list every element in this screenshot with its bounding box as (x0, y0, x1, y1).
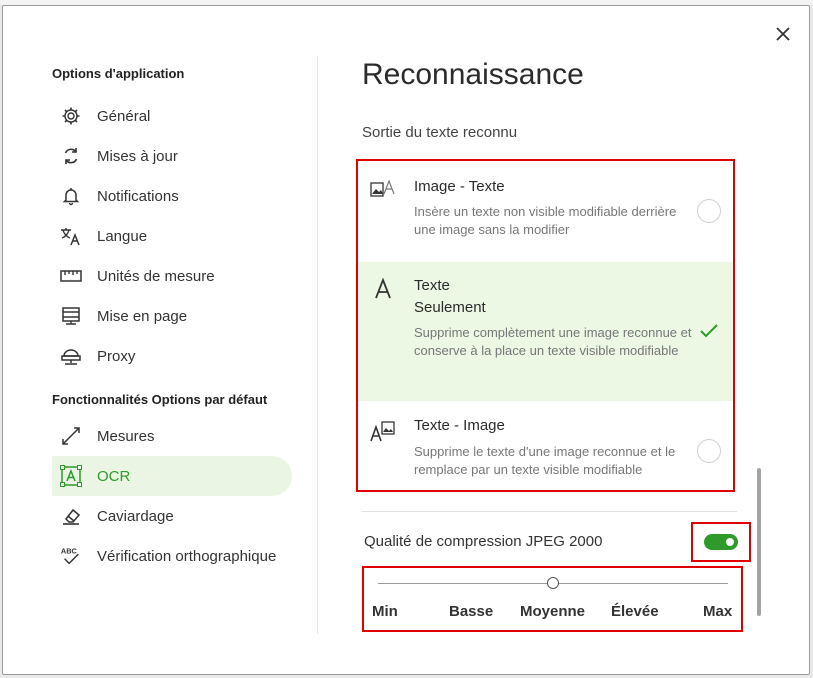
close-button[interactable] (771, 22, 795, 46)
option-title: Texte (414, 277, 450, 294)
sidebar-item-label: Proxy (97, 347, 136, 365)
sidebar-item-measures[interactable]: Mesures (52, 416, 292, 456)
sidebar-item-label: Notifications (97, 187, 179, 205)
sidebar-divider (317, 56, 318, 634)
checkmark-icon (697, 319, 721, 343)
svg-text:ABC: ABC (61, 546, 78, 555)
option-text-only[interactable]: Texte Seulement Supprime complètement un… (358, 262, 733, 401)
jpeg-compression-toggle[interactable] (704, 534, 738, 550)
option-description: Insère un texte non visible modifiable d… (414, 204, 677, 237)
option-description: Supprime complètement une image reconnue… (414, 325, 692, 358)
option-title: Image - Texte (414, 178, 505, 195)
toggle-knob (726, 538, 734, 546)
close-icon (776, 27, 790, 41)
sidebar-item-label: Mesures (97, 427, 155, 445)
ruler-icon (60, 265, 82, 287)
translate-icon (60, 225, 82, 247)
toggle-highlight (691, 522, 751, 562)
output-options-group: Image - Texte Insère un texte non visibl… (356, 159, 735, 492)
option-title: Texte - Image (414, 417, 505, 434)
sidebar-item-label: Unités de mesure (97, 267, 215, 285)
eraser-icon (60, 505, 82, 527)
sidebar-item-general[interactable]: Général (52, 96, 292, 136)
level-high[interactable]: Élevée (611, 603, 659, 620)
option-description: Supprime le texte d'une image reconnue e… (414, 444, 676, 477)
sidebar-item-spellcheck[interactable]: ABC Vérification orthographique (52, 536, 292, 576)
sidebar-item-redaction[interactable]: Caviardage (52, 496, 292, 536)
option-title-line2: Seulement (414, 299, 486, 316)
level-medium[interactable]: Moyenne (520, 603, 585, 620)
measure-icon (60, 425, 82, 447)
section-divider (362, 511, 737, 512)
bell-icon (60, 185, 82, 207)
sidebar-item-label: Vérification orthographique (97, 547, 277, 565)
sidebar-item-label: Mises à jour (97, 147, 178, 165)
sidebar-item-label: OCR (97, 467, 131, 485)
ocr-icon (60, 465, 82, 487)
output-section-label: Sortie du texte reconnu (362, 124, 518, 141)
sidebar-item-language[interactable]: Langue (52, 216, 292, 256)
section-title-app: Options d'application (52, 66, 185, 81)
sidebar-item-proxy[interactable]: Proxy (52, 336, 292, 376)
network-icon (60, 345, 82, 367)
sidebar-item-updates[interactable]: Mises à jour (52, 136, 292, 176)
sidebar: Options d'application Général Mises à jo… (52, 64, 292, 576)
gear-icon (60, 105, 82, 127)
slider-thumb[interactable] (547, 577, 559, 589)
page-title: Reconnaissance (362, 58, 584, 91)
spellcheck-icon: ABC (60, 545, 82, 567)
option-image-text[interactable]: Image - Texte Insère un texte non visibl… (358, 161, 733, 261)
sidebar-item-units[interactable]: Unités de mesure (52, 256, 292, 296)
sidebar-item-label: Mise en page (97, 307, 188, 325)
text-image-icon (370, 418, 396, 444)
slider-labels: Min Basse Moyenne Élevée Max (372, 603, 738, 623)
level-min[interactable]: Min (372, 603, 398, 620)
text-only-icon (370, 276, 396, 302)
option-text-image[interactable]: Texte - Image Supprime le texte d'une im… (358, 402, 733, 492)
radio-button[interactable] (697, 199, 721, 223)
layout-icon (60, 305, 82, 327)
sidebar-item-page-layout[interactable]: Mise en page (52, 296, 292, 336)
sidebar-item-ocr[interactable]: OCR (52, 456, 292, 496)
quality-slider: Min Basse Moyenne Élevée Max (362, 566, 743, 632)
image-text-icon (370, 177, 396, 203)
level-low[interactable]: Basse (449, 603, 493, 620)
jpeg-compression-label: Qualité de compression JPEG 2000 (364, 533, 603, 550)
scrollbar[interactable] (757, 468, 761, 616)
sidebar-item-label: Langue (97, 227, 148, 245)
sidebar-item-label: Caviardage (97, 507, 174, 525)
level-max[interactable]: Max (703, 603, 732, 620)
sidebar-item-label: Général (97, 107, 151, 125)
sidebar-item-notifications[interactable]: Notifications (52, 176, 292, 216)
radio-button[interactable] (697, 439, 721, 463)
section-title-features: Fonctionnalités Options par défaut (52, 392, 268, 407)
refresh-icon (60, 145, 82, 167)
